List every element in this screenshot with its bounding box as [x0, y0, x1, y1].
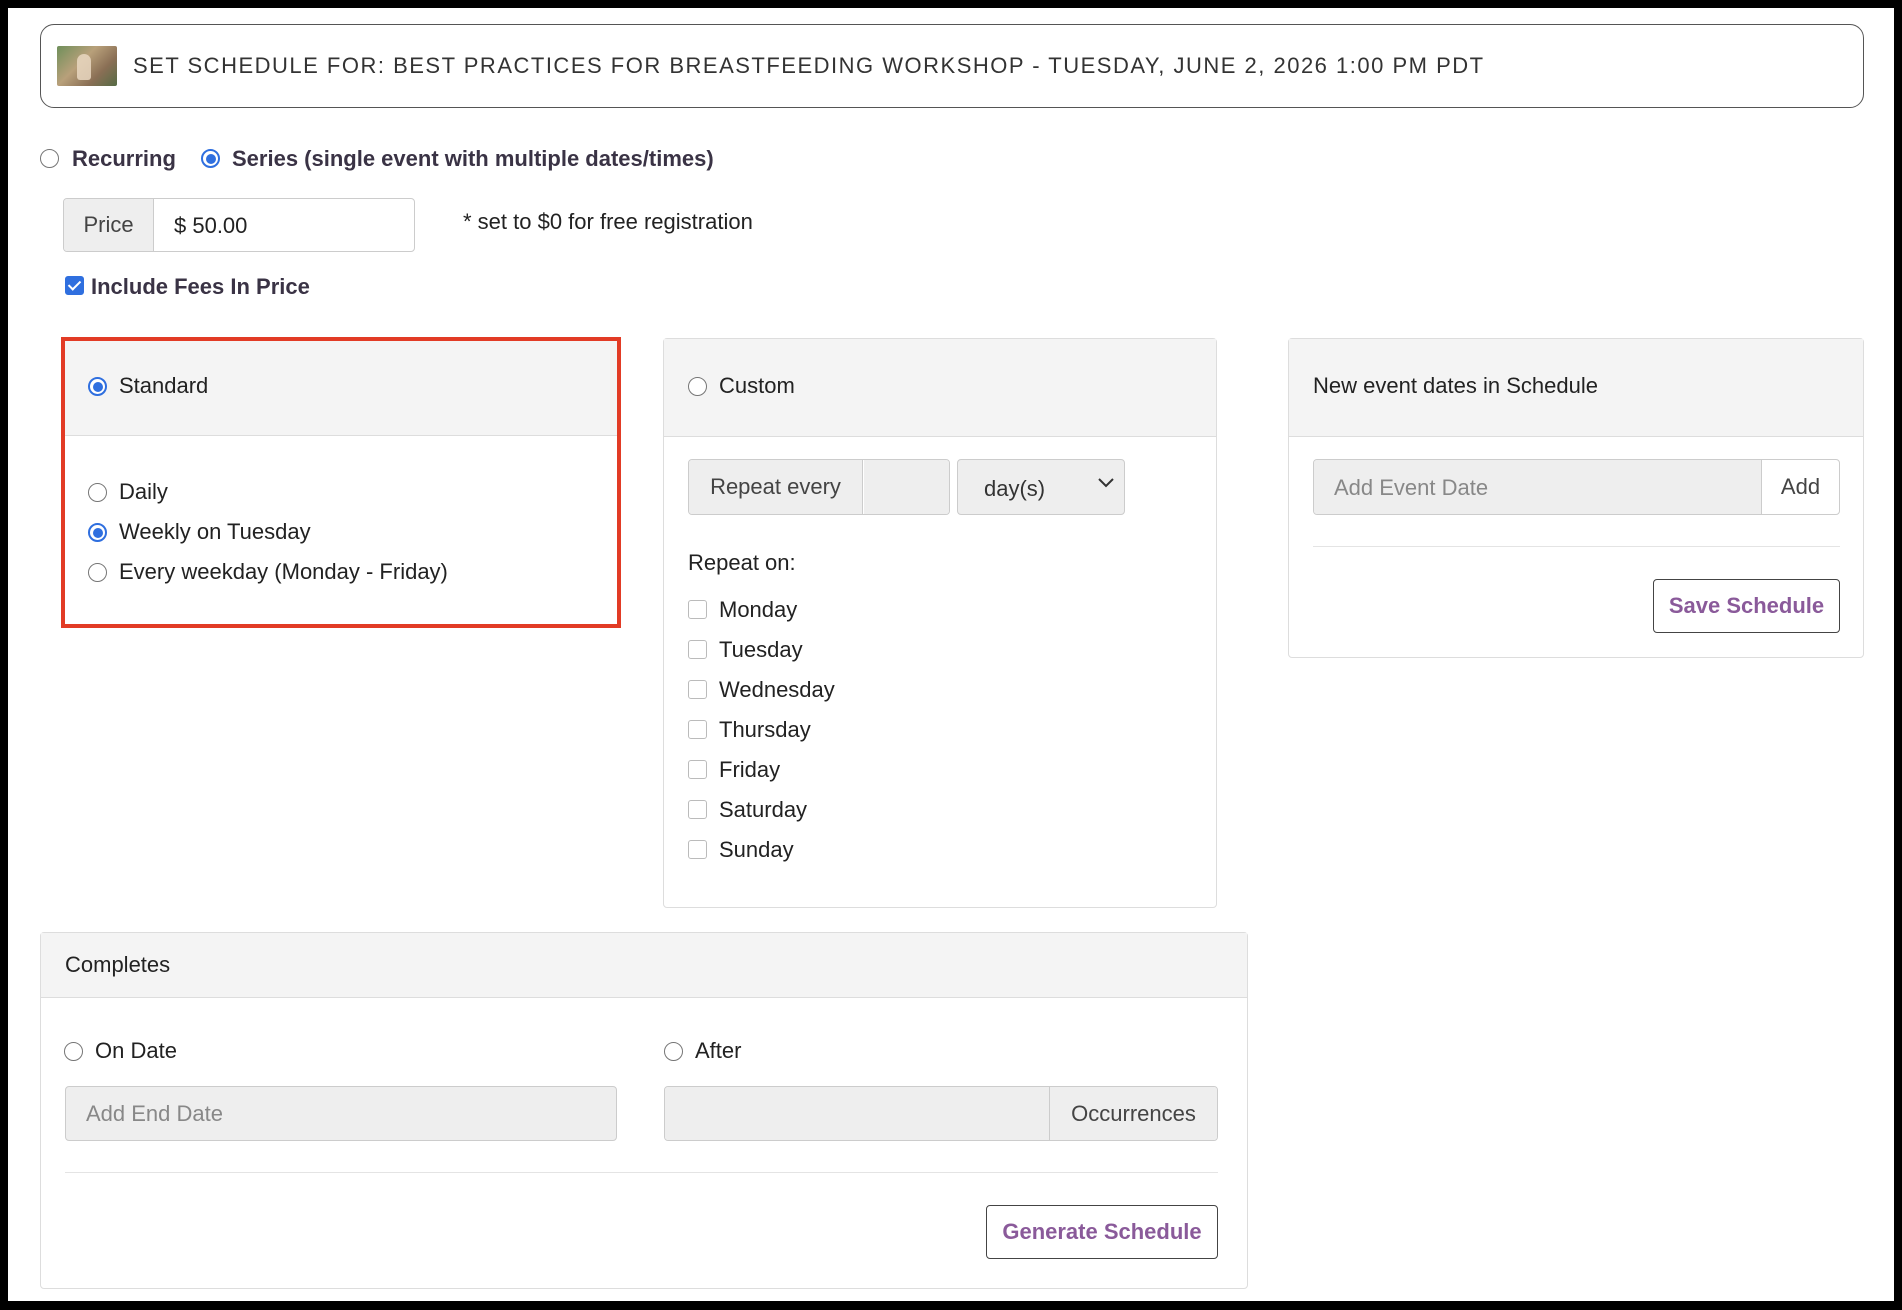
series-label[interactable]: Series (single event with multiple dates… — [232, 146, 714, 172]
after-label[interactable]: After — [695, 1038, 741, 1064]
repeat-every-group: Repeat every — [688, 459, 950, 515]
daily-radio[interactable] — [88, 483, 107, 502]
on-date-label[interactable]: On Date — [95, 1038, 177, 1064]
new-dates-title: New event dates in Schedule — [1313, 373, 1598, 398]
add-event-date-input[interactable]: Add Event Date — [1314, 460, 1762, 514]
wednesday-label[interactable]: Wednesday — [719, 677, 835, 703]
include-fees-label[interactable]: Include Fees In Price — [91, 274, 310, 300]
add-date-group: Add Event Date Add — [1313, 459, 1840, 515]
repeat-every-addon: Repeat every — [689, 460, 863, 514]
include-fees-checkbox[interactable] — [65, 276, 84, 295]
sunday-checkbox[interactable] — [688, 840, 707, 859]
repeat-unit-select[interactable]: day(s) — [957, 459, 1125, 515]
page: SET SCHEDULE FOR: BEST PRACTICES FOR BRE… — [8, 8, 1894, 1301]
page-title: SET SCHEDULE FOR: BEST PRACTICES FOR BRE… — [133, 53, 1485, 78]
completes-title: Completes — [65, 952, 171, 977]
occurrences-addon: Occurrences — [1050, 1087, 1217, 1140]
save-schedule-button[interactable]: Save Schedule — [1653, 579, 1840, 633]
occurrences-group: Occurrences — [664, 1086, 1218, 1141]
daily-label[interactable]: Daily — [119, 479, 168, 505]
on-date-radio[interactable] — [64, 1042, 83, 1061]
repeat-unit-value: day(s) — [984, 476, 1046, 501]
thursday-checkbox[interactable] — [688, 720, 707, 739]
thursday-label[interactable]: Thursday — [719, 717, 811, 743]
event-thumbnail — [57, 46, 117, 86]
after-radio[interactable] — [664, 1042, 683, 1061]
repeat-every-input[interactable] — [864, 460, 949, 514]
chevron-down-icon — [1096, 472, 1116, 497]
price-note: * set to $0 for free registration — [463, 209, 753, 234]
sunday-label[interactable]: Sunday — [719, 837, 794, 863]
generate-schedule-button[interactable]: Generate Schedule — [986, 1205, 1218, 1259]
price-input-group: Price $ 50.00 — [63, 198, 415, 252]
repeat-on-label: Repeat on: — [688, 550, 796, 575]
wednesday-checkbox[interactable] — [688, 680, 707, 699]
completes-panel-header — [41, 933, 1247, 998]
end-date-placeholder: Add End Date — [86, 1101, 223, 1126]
divider — [65, 1172, 1218, 1173]
schedule-header: SET SCHEDULE FOR: BEST PRACTICES FOR BRE… — [40, 24, 1864, 108]
occurrences-input[interactable] — [665, 1087, 1050, 1140]
standard-radio[interactable] — [88, 377, 107, 396]
weekday-radio[interactable] — [88, 563, 107, 582]
monday-checkbox[interactable] — [688, 600, 707, 619]
price-input[interactable]: $ 50.00 — [174, 213, 247, 239]
tuesday-checkbox[interactable] — [688, 640, 707, 659]
add-date-button[interactable]: Add — [1762, 460, 1839, 514]
saturday-checkbox[interactable] — [688, 800, 707, 819]
weekday-label[interactable]: Every weekday (Monday - Friday) — [119, 559, 448, 585]
recurring-label[interactable]: Recurring — [72, 146, 176, 172]
friday-label[interactable]: Friday — [719, 757, 780, 783]
friday-checkbox[interactable] — [688, 760, 707, 779]
custom-radio[interactable] — [688, 377, 707, 396]
monday-label[interactable]: Monday — [719, 597, 797, 623]
divider — [1313, 546, 1840, 547]
weekly-radio[interactable] — [88, 523, 107, 542]
tuesday-label[interactable]: Tuesday — [719, 637, 803, 663]
recurring-radio[interactable] — [40, 149, 59, 168]
custom-title[interactable]: Custom — [719, 373, 795, 399]
weekly-label[interactable]: Weekly on Tuesday — [119, 519, 311, 545]
price-addon: Price — [64, 199, 154, 251]
series-radio[interactable] — [201, 149, 220, 168]
standard-title[interactable]: Standard — [119, 373, 208, 399]
add-event-date-placeholder: Add Event Date — [1334, 475, 1489, 500]
saturday-label[interactable]: Saturday — [719, 797, 807, 823]
end-date-input[interactable]: Add End Date — [65, 1086, 617, 1141]
